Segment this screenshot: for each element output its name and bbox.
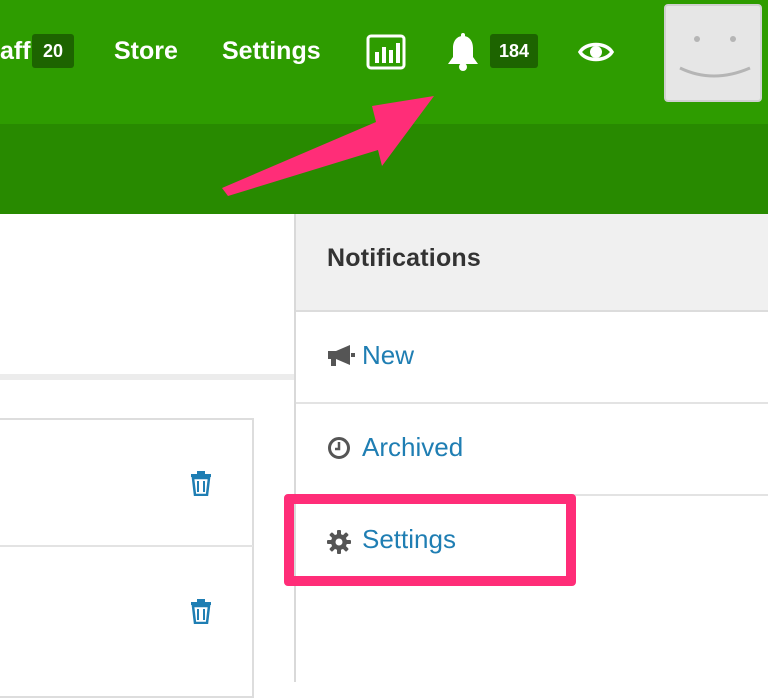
notifications-panel-header: Notifications <box>296 214 768 312</box>
clock-icon <box>328 437 350 459</box>
stats-icon[interactable] <box>366 34 406 70</box>
nav-settings-link[interactable]: Settings <box>222 34 321 68</box>
nav-staff-link[interactable]: aff <box>0 34 31 68</box>
megaphone-icon <box>328 345 355 366</box>
staff-count-badge: 20 <box>32 34 74 68</box>
list-row-separator <box>0 545 253 547</box>
nav-store-link[interactable]: Store <box>114 34 178 68</box>
notifications-count-badge: 184 <box>490 34 538 68</box>
panel-title: Notifications <box>327 244 481 272</box>
panel-item-label: Archived <box>362 432 464 462</box>
content-divider <box>0 374 295 380</box>
avatar[interactable] <box>664 4 762 102</box>
panel-item-new[interactable]: New <box>296 312 768 404</box>
trash-icon[interactable] <box>190 598 212 624</box>
smiley-face-icon <box>679 36 751 78</box>
bell-icon[interactable] <box>446 33 480 73</box>
eye-icon[interactable] <box>578 38 614 66</box>
panel-item-label: New <box>362 340 415 370</box>
annotation-highlight-box <box>284 494 576 586</box>
annotation-arrow <box>222 96 434 196</box>
trash-icon[interactable] <box>190 470 212 496</box>
panel-item-archived[interactable]: Archived <box>296 404 768 496</box>
content-list <box>0 418 254 698</box>
notifications-panel: Notifications New Archived Settings <box>294 214 768 682</box>
